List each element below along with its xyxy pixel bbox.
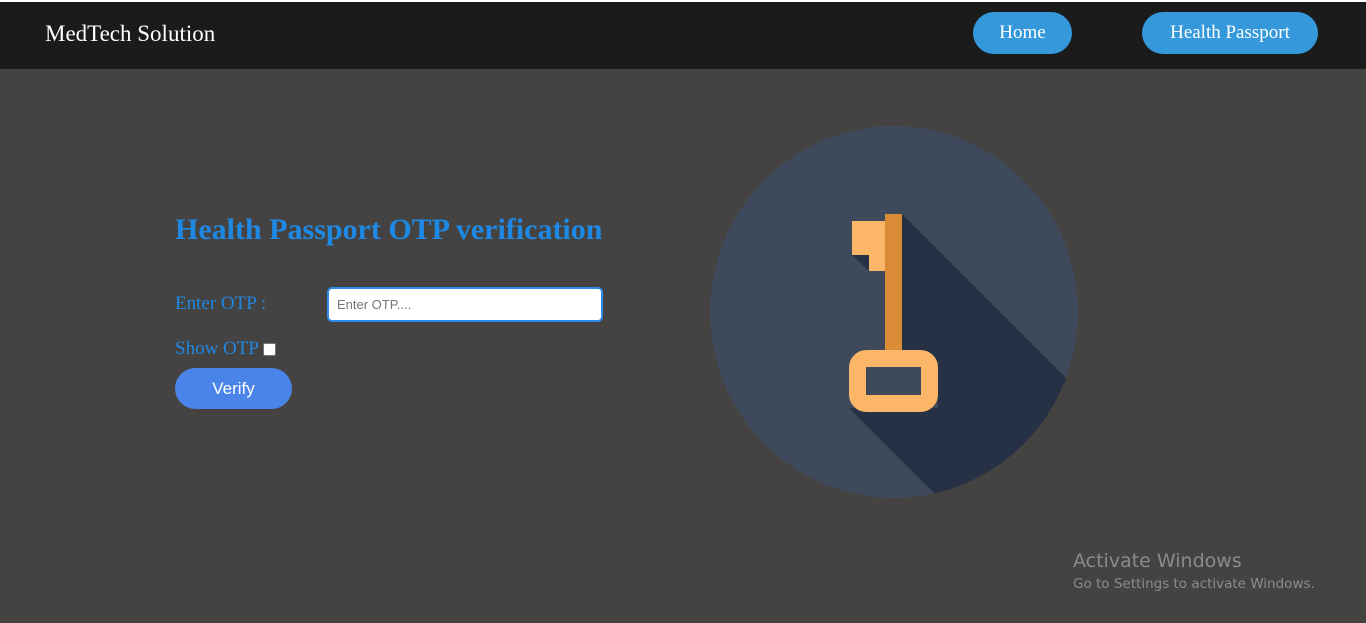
key-icon (710, 126, 1078, 498)
watermark-subtitle: Go to Settings to activate Windows. (1073, 576, 1315, 592)
show-otp-row: Show OTP (175, 338, 276, 360)
show-otp-checkbox[interactable] (262, 342, 276, 356)
otp-label: Enter OTP : (175, 293, 267, 314)
brand-title: MedTech Solution (45, 21, 216, 46)
home-button[interactable]: Home (973, 12, 1072, 54)
otp-input[interactable] (327, 287, 603, 322)
verify-button[interactable]: Verify (175, 368, 292, 409)
health-passport-button[interactable]: Health Passport (1142, 12, 1318, 54)
windows-activation-watermark: Activate Windows Go to Settings to activ… (1073, 550, 1315, 594)
navbar: MedTech Solution Home Health Passport (0, 2, 1366, 69)
show-otp-label: Show OTP (175, 338, 259, 359)
key-illustration (709, 125, 1079, 504)
watermark-title: Activate Windows (1073, 550, 1242, 572)
page-title: Health Passport OTP verification (175, 213, 603, 246)
key-shaft (885, 214, 902, 357)
